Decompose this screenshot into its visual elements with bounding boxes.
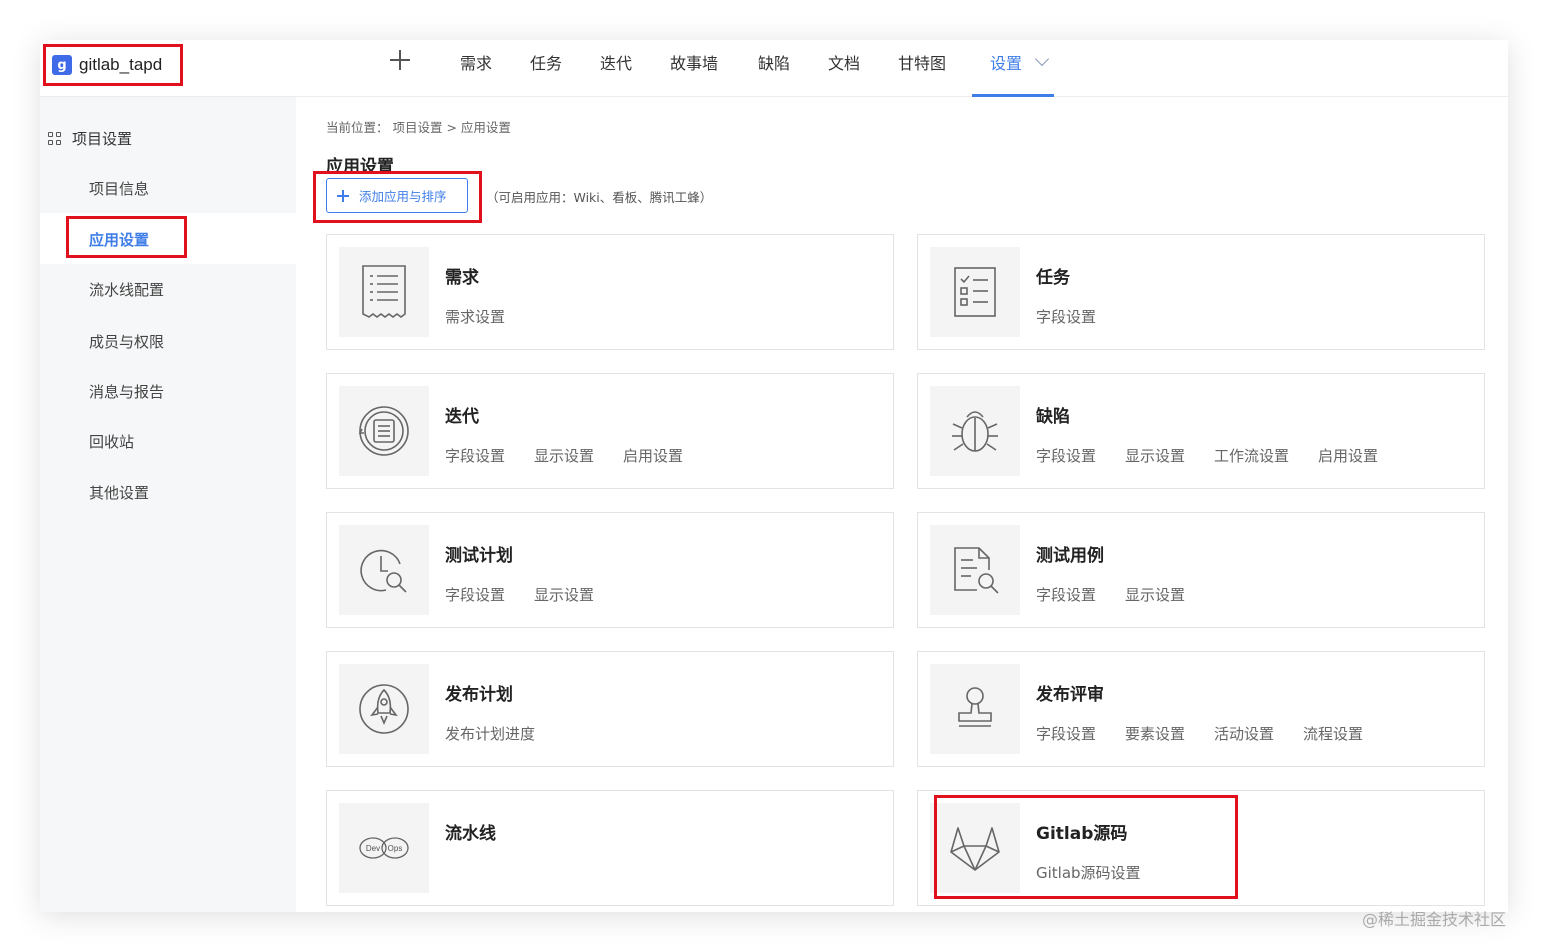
app-card-title: 测试计划 bbox=[445, 546, 513, 566]
app-card-title: 缺陷 bbox=[1036, 407, 1070, 427]
file-search-icon bbox=[930, 525, 1020, 615]
nav-tab-requirements[interactable]: 需求 bbox=[460, 50, 492, 74]
create-plus-icon[interactable] bbox=[388, 48, 412, 72]
card-link[interactable]: 显示设置 bbox=[1125, 445, 1185, 466]
card-link[interactable]: 需求设置 bbox=[445, 306, 505, 327]
clock-search-icon bbox=[339, 525, 429, 615]
nav-tab-gantt[interactable]: 甘特图 bbox=[898, 50, 946, 74]
card-link[interactable]: 字段设置 bbox=[1036, 445, 1096, 466]
app-card-title: 需求 bbox=[445, 268, 479, 288]
breadcrumb: 当前位置： 项目设置 > 应用设置 bbox=[326, 120, 511, 135]
highlight-box-add-app bbox=[313, 171, 482, 223]
app-card-tasks: 任务 字段设置 bbox=[917, 234, 1485, 350]
highlight-box-app-settings bbox=[66, 216, 187, 258]
card-link[interactable]: 字段设置 bbox=[1036, 584, 1096, 605]
iteration-icon bbox=[339, 386, 429, 476]
checklist-icon bbox=[930, 247, 1020, 337]
bug-icon bbox=[930, 386, 1020, 476]
card-link[interactable]: 字段设置 bbox=[1036, 306, 1096, 327]
stamp-icon bbox=[930, 664, 1020, 754]
app-window: g gitlab_tapd 需求 任务 迭代 故事墙 缺陷 文档 甘特图 设置 … bbox=[40, 40, 1508, 912]
nav-tab-settings[interactable]: 设置 bbox=[990, 50, 1022, 74]
active-tab-indicator bbox=[972, 94, 1054, 97]
nav-tab-iterations[interactable]: 迭代 bbox=[600, 50, 632, 74]
highlight-box-gitlab bbox=[934, 795, 1238, 899]
devops-icon: Dev Ops bbox=[339, 803, 429, 893]
app-card-title: 测试用例 bbox=[1036, 546, 1104, 566]
nav-tab-tasks[interactable]: 任务 bbox=[530, 50, 562, 74]
app-card-pipeline: Dev Ops 流水线 bbox=[326, 790, 894, 906]
app-card-requirements: 需求 需求设置 bbox=[326, 234, 894, 350]
devops-label: Dev bbox=[366, 844, 380, 853]
nav-tab-bugs[interactable]: 缺陷 bbox=[758, 50, 790, 74]
project-name: gitlab_tapd bbox=[79, 55, 163, 74]
app-card-test-plan: 测试计划 字段设置 显示设置 bbox=[326, 512, 894, 628]
app-card-title: 迭代 bbox=[445, 407, 479, 427]
card-link[interactable]: 启用设置 bbox=[623, 445, 683, 466]
app-card-release-review: 发布评审 字段设置 要素设置 活动设置 流程设置 bbox=[917, 651, 1485, 767]
card-link[interactable]: 启用设置 bbox=[1318, 445, 1378, 466]
sidebar-item-members-permissions[interactable]: 成员与权限 bbox=[89, 331, 164, 352]
top-navigation-bar: g gitlab_tapd 需求 任务 迭代 故事墙 缺陷 文档 甘特图 设置 bbox=[40, 40, 1508, 97]
card-link[interactable]: 流程设置 bbox=[1303, 723, 1363, 744]
nav-tab-docs[interactable]: 文档 bbox=[828, 50, 860, 74]
sidebar-item-pipeline-config[interactable]: 流水线配置 bbox=[89, 279, 164, 300]
rocket-icon bbox=[339, 664, 429, 754]
app-card-title: 发布计划 bbox=[445, 685, 513, 705]
sidebar-item-other-settings[interactable]: 其他设置 bbox=[89, 482, 149, 503]
card-link[interactable]: 要素设置 bbox=[1125, 723, 1185, 744]
app-card-bugs: 缺陷 字段设置 显示设置 工作流设置 启用设置 bbox=[917, 373, 1485, 489]
app-card-title: 任务 bbox=[1036, 268, 1070, 288]
grid-icon bbox=[48, 131, 62, 146]
card-link[interactable]: 显示设置 bbox=[534, 584, 594, 605]
sidebar-item-recycle-bin[interactable]: 回收站 bbox=[89, 431, 134, 452]
available-apps-hint: （可启用应用：Wiki、看板、腾讯工蜂） bbox=[486, 190, 713, 205]
card-link[interactable]: 字段设置 bbox=[1036, 723, 1096, 744]
app-card-iterations: 迭代 字段设置 显示设置 启用设置 bbox=[326, 373, 894, 489]
app-card-title: 发布评审 bbox=[1036, 685, 1104, 705]
app-card-title: 流水线 bbox=[445, 824, 496, 844]
project-logo-icon: g bbox=[52, 55, 72, 75]
card-link[interactable]: 字段设置 bbox=[445, 584, 505, 605]
devops-label: Ops bbox=[388, 844, 403, 853]
card-link[interactable]: 显示设置 bbox=[1125, 584, 1185, 605]
app-card-release-plan: 发布计划 发布计划进度 bbox=[326, 651, 894, 767]
watermark: @稀土掘金技术社区 bbox=[1362, 910, 1507, 929]
card-link[interactable]: 工作流设置 bbox=[1214, 445, 1289, 466]
sidebar-item-messages-reports[interactable]: 消息与报告 bbox=[89, 381, 164, 402]
document-lines-icon bbox=[339, 247, 429, 337]
card-link[interactable]: 活动设置 bbox=[1214, 723, 1274, 744]
app-card-test-cases: 测试用例 字段设置 显示设置 bbox=[917, 512, 1485, 628]
card-link[interactable]: 字段设置 bbox=[445, 445, 505, 466]
project-switcher[interactable]: g gitlab_tapd bbox=[43, 44, 183, 86]
card-link[interactable]: 发布计划进度 bbox=[445, 723, 535, 744]
nav-tab-storywall[interactable]: 故事墙 bbox=[670, 50, 718, 74]
card-link[interactable]: 显示设置 bbox=[534, 445, 594, 466]
chevron-down-icon[interactable] bbox=[1034, 51, 1050, 67]
sidebar-header: 项目设置 bbox=[48, 128, 132, 149]
sidebar-title: 项目设置 bbox=[72, 130, 133, 148]
sidebar-item-project-info[interactable]: 项目信息 bbox=[89, 178, 149, 199]
